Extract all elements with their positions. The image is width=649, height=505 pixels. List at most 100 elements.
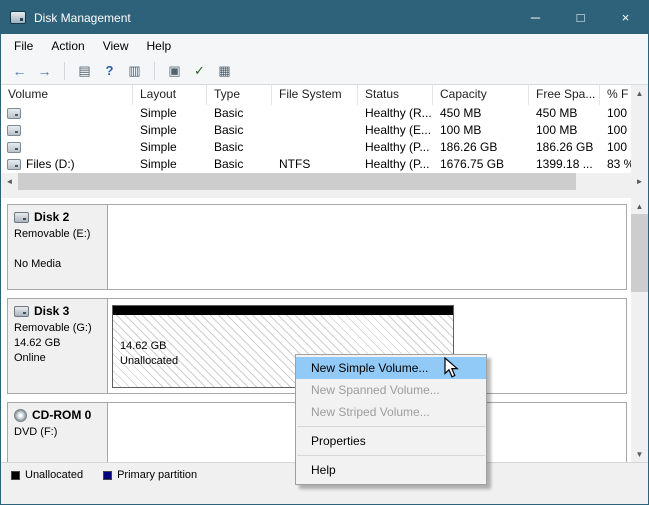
back-icon[interactable]: ← bbox=[7, 60, 32, 82]
disk2-graph-area[interactable] bbox=[108, 205, 626, 289]
details-view-icon[interactable]: ▦ bbox=[212, 60, 237, 82]
column-header-type[interactable]: Type bbox=[207, 85, 272, 105]
toolbar: ← → ▤ ? ▥ ▣ ✓ ▦ bbox=[1, 57, 648, 85]
disk-type: Removable (G:) bbox=[14, 321, 105, 336]
disk-icon bbox=[14, 212, 29, 223]
column-header-file-system[interactable]: File System bbox=[272, 85, 358, 105]
table-row[interactable]: Simple Basic Healthy (P... 186.26 GB 186… bbox=[1, 139, 631, 156]
list-header: Volume Layout Type File System Status Ca… bbox=[1, 85, 631, 105]
cell-status: Healthy (R... bbox=[358, 105, 433, 122]
cell-type: Basic bbox=[207, 156, 272, 173]
toolbar-separator bbox=[154, 62, 155, 80]
scroll-left-icon[interactable]: ◄ bbox=[1, 173, 18, 190]
legend-label: Unallocated bbox=[25, 470, 83, 481]
cell-file-system bbox=[272, 139, 358, 156]
table-row[interactable]: Simple Basic Healthy (E... 100 MB 100 MB… bbox=[1, 122, 631, 139]
legend-label: Primary partition bbox=[117, 470, 197, 481]
disk-status: Online bbox=[14, 351, 105, 366]
column-header-status[interactable]: Status bbox=[358, 85, 433, 105]
column-header-percent-free[interactable]: % F bbox=[600, 85, 631, 105]
primary-partition-color-swatch bbox=[103, 471, 112, 480]
menu-action[interactable]: Action bbox=[42, 34, 93, 57]
cd-rom-icon bbox=[14, 409, 27, 422]
cell-status: Healthy (P... bbox=[358, 156, 433, 173]
cell-free-space: 450 MB bbox=[529, 105, 600, 122]
volume-icon bbox=[7, 108, 21, 119]
scroll-down-icon[interactable]: ▼ bbox=[631, 446, 648, 462]
volume-icon bbox=[7, 159, 21, 170]
cell-percent-free: 100 bbox=[600, 105, 631, 122]
scroll-up-icon[interactable]: ▲ bbox=[631, 85, 648, 101]
disk-name: Disk 2 bbox=[34, 210, 69, 224]
scroll-up-icon[interactable]: ▲ bbox=[631, 198, 648, 214]
help-icon[interactable]: ? bbox=[97, 60, 122, 82]
cell-layout: Simple bbox=[133, 122, 207, 139]
disk3-header[interactable]: Disk 3 Removable (G:) 14.62 GB Online bbox=[8, 299, 108, 393]
window-title: Disk Management bbox=[34, 11, 131, 25]
disk-type: DVD (F:) bbox=[14, 425, 105, 440]
menu-help[interactable]: Help bbox=[138, 34, 181, 57]
disk2-header[interactable]: Disk 2 Removable (E:) No Media bbox=[8, 205, 108, 289]
cell-file-system: NTFS bbox=[272, 156, 358, 173]
horizontal-scrollbar[interactable]: ◄ ► bbox=[1, 173, 648, 190]
cell-status: Healthy (E... bbox=[358, 122, 433, 139]
cell-type: Basic bbox=[207, 139, 272, 156]
column-header-volume[interactable]: Volume bbox=[1, 85, 133, 105]
cell-file-system bbox=[272, 105, 358, 122]
check-icon[interactable]: ✓ bbox=[187, 60, 212, 82]
maximize-button[interactable]: □ bbox=[558, 1, 603, 34]
cell-layout: Simple bbox=[133, 105, 207, 122]
menu-bar: File Action View Help bbox=[1, 34, 648, 57]
forward-icon[interactable]: → bbox=[32, 60, 57, 82]
volume-list: Volume Layout Type File System Status Ca… bbox=[1, 85, 648, 173]
menu-separator bbox=[297, 455, 485, 456]
cell-type: Basic bbox=[207, 122, 272, 139]
console-tree-icon[interactable]: ▤ bbox=[72, 60, 97, 82]
unallocated-color-swatch bbox=[11, 471, 20, 480]
cell-percent-free: 83 % bbox=[600, 156, 631, 173]
legend-unallocated: Unallocated bbox=[11, 470, 83, 481]
column-header-capacity[interactable]: Capacity bbox=[433, 85, 529, 105]
cell-free-space: 186.26 GB bbox=[529, 139, 600, 156]
cell-capacity: 1676.75 GB bbox=[433, 156, 529, 173]
menu-item-properties[interactable]: Properties bbox=[296, 430, 486, 452]
horizontal-scroll-track[interactable] bbox=[576, 173, 631, 190]
disk-row-disk2: Disk 2 Removable (E:) No Media bbox=[7, 204, 627, 290]
pane-divider bbox=[1, 190, 648, 198]
list-vertical-scrollbar[interactable]: ▲ bbox=[631, 85, 648, 173]
cell-capacity: 186.26 GB bbox=[433, 139, 529, 156]
window-controls: ─ □ × bbox=[513, 1, 648, 34]
menu-separator bbox=[297, 426, 485, 427]
unallocated-color-band bbox=[113, 306, 453, 315]
disk-name: Disk 3 bbox=[34, 304, 69, 318]
volume-name: Files (D:) bbox=[26, 156, 75, 173]
action-pane-icon[interactable]: ▥ bbox=[122, 60, 147, 82]
table-row[interactable]: Files (D:) Simple Basic NTFS Healthy (P.… bbox=[1, 156, 631, 173]
cell-capacity: 450 MB bbox=[433, 105, 529, 122]
legend-primary-partition: Primary partition bbox=[103, 470, 197, 481]
popup-menu-icon[interactable]: ▣ bbox=[162, 60, 187, 82]
menu-item-new-spanned-volume: New Spanned Volume... bbox=[296, 379, 486, 401]
menu-file[interactable]: File bbox=[5, 34, 42, 57]
title-bar: Disk Management ─ □ × bbox=[1, 1, 648, 34]
vertical-scroll-thumb[interactable] bbox=[631, 214, 648, 292]
close-button[interactable]: × bbox=[603, 1, 648, 34]
menu-view[interactable]: View bbox=[94, 34, 138, 57]
minimize-button[interactable]: ─ bbox=[513, 1, 558, 34]
cell-percent-free: 100 bbox=[600, 139, 631, 156]
cell-free-space: 100 MB bbox=[529, 122, 600, 139]
cell-free-space: 1399.18 ... bbox=[529, 156, 600, 173]
mouse-cursor bbox=[444, 357, 462, 379]
cdrom0-header[interactable]: CD-ROM 0 DVD (F:) bbox=[8, 403, 108, 462]
scroll-right-icon[interactable]: ► bbox=[631, 173, 648, 190]
column-header-free-space[interactable]: Free Spa... bbox=[529, 85, 600, 105]
volume-icon bbox=[7, 142, 21, 153]
menu-item-help[interactable]: Help bbox=[296, 459, 486, 481]
disk-management-window: Disk Management ─ □ × File Action View H… bbox=[0, 0, 649, 505]
menu-item-new-striped-volume: New Striped Volume... bbox=[296, 401, 486, 423]
column-header-layout[interactable]: Layout bbox=[133, 85, 207, 105]
horizontal-scroll-thumb[interactable] bbox=[18, 173, 576, 190]
graph-vertical-scrollbar[interactable]: ▲ ▼ bbox=[631, 198, 648, 462]
cell-file-system bbox=[272, 122, 358, 139]
table-row[interactable]: Simple Basic Healthy (R... 450 MB 450 MB… bbox=[1, 105, 631, 122]
